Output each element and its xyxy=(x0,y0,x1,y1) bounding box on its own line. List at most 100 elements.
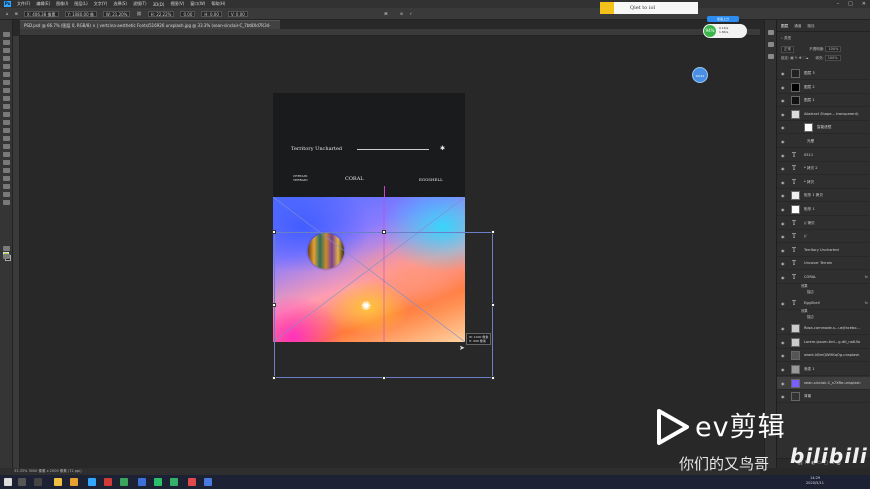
history-icon[interactable] xyxy=(768,30,774,35)
layer-row[interactable]: ◉ T Territory Uncharted xyxy=(777,244,870,257)
visibility-eye-icon[interactable]: ◉ xyxy=(781,271,785,284)
wechat-icon[interactable] xyxy=(154,478,162,486)
layer-row[interactable]: ◉ T EggShell fx xyxy=(777,297,870,310)
layer-row[interactable]: ◉ Abstract Shape... transparent) xyxy=(777,108,870,121)
layer-row[interactable]: ◉ T // xyxy=(777,230,870,244)
visibility-eye-icon[interactable]: ◉ xyxy=(781,297,785,310)
opacity-field[interactable]: 100% xyxy=(825,46,842,52)
layer-row[interactable]: ◉ 矩形 1 拷贝 xyxy=(777,189,870,203)
healing-tool-icon[interactable] xyxy=(3,88,10,93)
layer-row[interactable]: ◉ T * 拷贝 xyxy=(777,176,870,189)
layer-row[interactable]: ◉ wiant-kBmQWHKqOg-unsplash xyxy=(777,349,870,363)
lasso-tool-icon[interactable] xyxy=(3,48,10,53)
search-icon[interactable] xyxy=(18,478,26,486)
move-tool-icon[interactable] xyxy=(3,32,10,37)
floating-recorder-button[interactable]: 00:21 xyxy=(692,67,708,83)
layer-row[interactable]: ◉ 智能滤镜 xyxy=(777,121,870,135)
menu-layer[interactable]: 图层(L) xyxy=(74,1,87,7)
frame-tool-icon[interactable] xyxy=(3,72,10,77)
visibility-eye-icon[interactable]: ◉ xyxy=(781,257,785,270)
effects-label[interactable]: 效果 xyxy=(801,308,808,313)
media-player-title[interactable]: Qiet to iol xyxy=(614,2,698,14)
tab-channels[interactable]: 通道 xyxy=(794,24,801,31)
visibility-eye-icon[interactable]: ◉ xyxy=(781,162,785,175)
screen-mode-icon[interactable] xyxy=(3,254,10,259)
app-icon-2[interactable] xyxy=(104,478,112,486)
menu-select[interactable]: 选择(S) xyxy=(113,1,127,7)
warp-icon[interactable]: ⌘ xyxy=(384,11,388,16)
menu-window[interactable]: 窗口(W) xyxy=(190,1,205,7)
visibility-eye-icon[interactable]: ◉ xyxy=(781,349,785,362)
type-tool-icon[interactable] xyxy=(3,160,10,165)
effects-label[interactable]: 效果 xyxy=(801,283,808,288)
lock-icons[interactable]: ▦ ✎ ✥ ⛶ 🔒︎ xyxy=(790,56,808,60)
zoom-tool-icon[interactable] xyxy=(3,192,10,197)
boost-badge[interactable]: 加速上分 xyxy=(707,16,739,22)
visibility-eye-icon[interactable]: ◉ xyxy=(781,81,785,94)
close-icon[interactable]: ✕ xyxy=(862,1,866,7)
visibility-eye-icon[interactable]: ◉ xyxy=(781,390,785,403)
transform-handle-br[interactable] xyxy=(491,376,495,380)
transform-handle-bl[interactable] xyxy=(272,376,276,380)
home-icon[interactable]: ⌂ xyxy=(6,11,9,16)
photoshop-taskbar-icon[interactable] xyxy=(88,478,96,486)
app-icon-6[interactable] xyxy=(204,478,212,486)
menu-type[interactable]: 文字(Y) xyxy=(94,1,108,7)
stroke-effect-label[interactable]: 描边 xyxy=(807,289,814,294)
layer-row[interactable]: ◉ 图层 2 xyxy=(777,81,870,94)
visibility-eye-icon[interactable]: ◉ xyxy=(781,67,785,80)
menu-edit[interactable]: 编辑(E) xyxy=(36,1,50,7)
visibility-eye-icon[interactable]: ◉ xyxy=(781,176,785,189)
app-icon-1[interactable] xyxy=(70,478,78,486)
photoshop-logo-icon[interactable]: Ps xyxy=(4,1,11,7)
menu-help[interactable]: 帮助(H) xyxy=(211,1,225,7)
pen-tool-icon[interactable] xyxy=(3,152,10,157)
quick-select-tool-icon[interactable] xyxy=(3,56,10,61)
visibility-eye-icon[interactable]: ◉ xyxy=(781,363,785,376)
visibility-eye-icon[interactable]: ◉ xyxy=(781,149,785,162)
width-field[interactable]: W: 21.20% xyxy=(102,10,131,17)
layer-filter[interactable]: ⌕ 类型 xyxy=(781,36,867,42)
task-view-icon[interactable] xyxy=(34,478,42,486)
blend-mode-select[interactable]: 正常 xyxy=(781,46,794,53)
layer-row[interactable]: ◉ 背景 xyxy=(777,390,870,404)
transform-handle-tc[interactable] xyxy=(382,230,386,234)
transform-handle-tr[interactable] xyxy=(491,230,495,234)
app-icon-3[interactable] xyxy=(120,478,128,486)
transform-handle-ml[interactable] xyxy=(272,303,276,307)
minimize-icon[interactable]: – xyxy=(837,1,840,7)
layer-row[interactable]: ◉ T Uncover Terrain xyxy=(777,257,870,271)
eyedropper-tool-icon[interactable] xyxy=(3,80,10,85)
path-select-tool-icon[interactable] xyxy=(3,168,10,173)
y-field[interactable]: Y: 1080.00 像 xyxy=(64,10,97,17)
angle-field[interactable]: 0.00 xyxy=(180,10,196,17)
tab-paths[interactable]: 路径 xyxy=(807,24,814,31)
free-transform-box[interactable] xyxy=(272,230,495,380)
document-tab[interactable]: PSD.psd @ 66.7% (图层 0, RGB/8) × | vertci… xyxy=(20,20,280,37)
crop-tool-icon[interactable] xyxy=(3,64,10,69)
visibility-eye-icon[interactable]: ◉ xyxy=(781,121,785,134)
layer-row[interactable]: ◉ 图层 1 xyxy=(777,94,870,108)
menu-filter[interactable]: 滤镜(T) xyxy=(133,1,147,7)
quick-mask-icon[interactable] xyxy=(3,246,10,251)
visibility-eye-icon[interactable]: ◉ xyxy=(781,377,785,390)
stroke-effect-label[interactable]: 描边 xyxy=(807,314,814,319)
maximize-icon[interactable]: □ xyxy=(848,1,853,7)
more-tools-icon[interactable] xyxy=(3,200,10,205)
visibility-eye-icon[interactable]: ◉ xyxy=(781,203,785,216)
visibility-eye-icon[interactable]: ◉ xyxy=(781,322,785,335)
history-brush-tool-icon[interactable] xyxy=(3,112,10,117)
menu-3d[interactable]: 3D(D) xyxy=(153,2,165,7)
transform-handle-bc[interactable] xyxy=(382,376,386,380)
vertical-ruler[interactable] xyxy=(13,36,20,468)
menu-view[interactable]: 视图(V) xyxy=(170,1,184,7)
layer-row[interactable]: ◉ T // 拷贝 xyxy=(777,217,870,230)
height-field[interactable]: H: 22.22% xyxy=(147,10,175,17)
shape-tool-icon[interactable] xyxy=(3,176,10,181)
marquee-tool-icon[interactable] xyxy=(3,40,10,45)
visibility-eye-icon[interactable]: ◉ xyxy=(781,189,785,202)
layer-row[interactable]: ◉ T CORAL fx xyxy=(777,271,870,284)
menu-image[interactable]: 图像(I) xyxy=(56,1,68,7)
transform-handle-mr[interactable] xyxy=(491,303,495,307)
visibility-eye-icon[interactable]: ◉ xyxy=(781,230,785,243)
